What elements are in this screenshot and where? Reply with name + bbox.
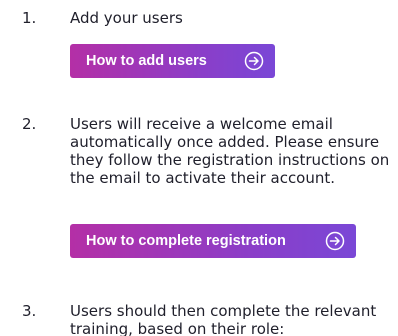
step-number: 3.	[22, 302, 37, 320]
arrow-right-circle-icon	[243, 50, 265, 72]
how-to-add-users-button[interactable]: How to add users	[70, 44, 275, 78]
step-number: 2.	[22, 115, 37, 133]
how-to-complete-registration-button[interactable]: How to complete registration	[70, 224, 356, 258]
button-label: How to complete registration	[86, 233, 286, 249]
step-text: Users should then complete the relevant …	[70, 302, 377, 336]
step-number: 1.	[22, 9, 37, 27]
arrow-right-circle-icon	[324, 230, 346, 252]
step-text: Add your users	[70, 9, 183, 27]
button-label: How to add users	[86, 53, 207, 69]
step-text: Users will receive a welcome email autom…	[70, 115, 390, 187]
